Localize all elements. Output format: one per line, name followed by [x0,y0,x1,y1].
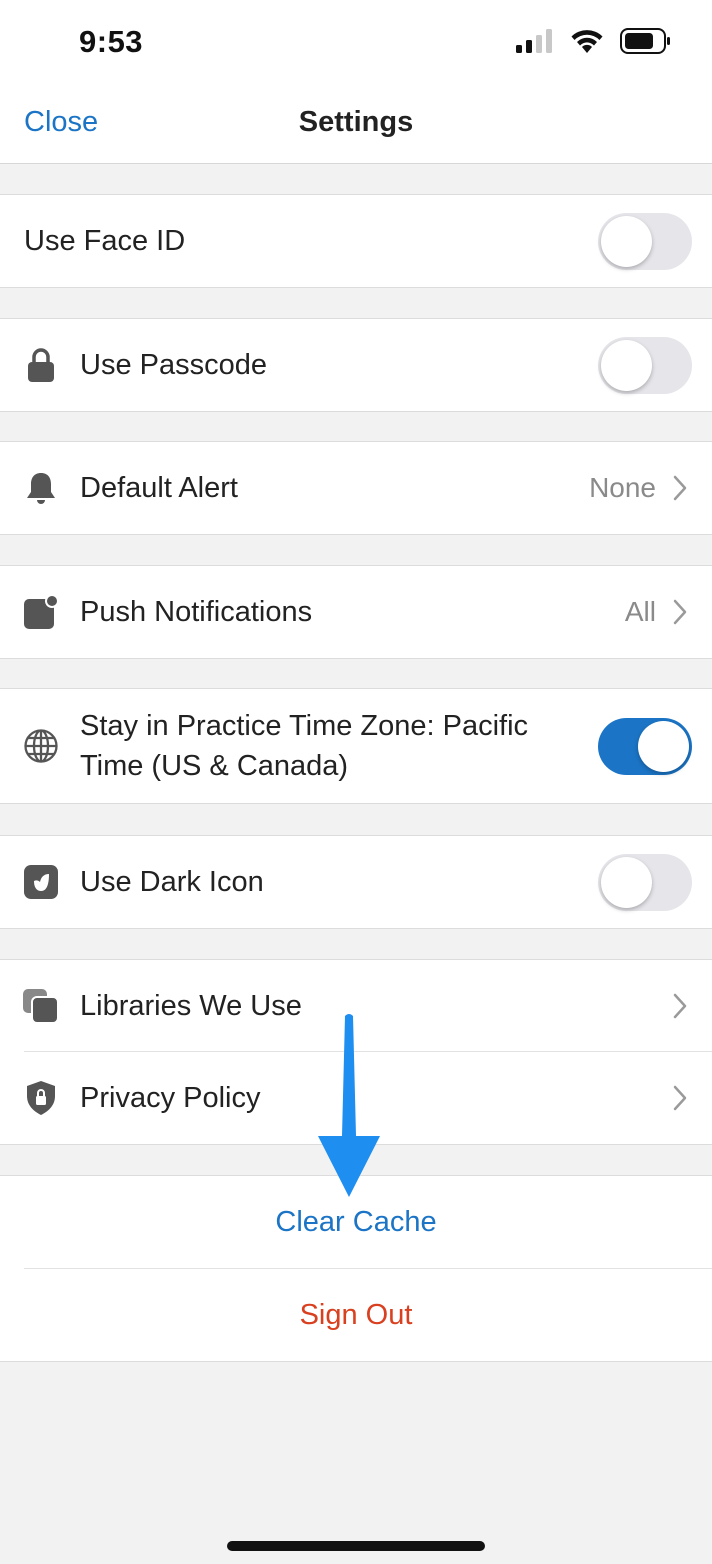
time-zone-group: Stay in Practice Time Zone: Pacific Time… [0,688,712,804]
notification-badge-icon [22,593,60,631]
toggle-knob [601,856,652,908]
actions-group: Clear Cache Sign Out [0,1175,712,1362]
time-zone-label: Stay in Practice Time Zone: Pacific Time… [80,710,529,782]
dark-icon-label: Use Dark Icon [80,866,264,898]
default-alert-label: Default Alert [80,472,238,504]
privacy-label: Privacy Policy [80,1082,261,1114]
default-alert-group: Default Alert None [0,441,712,535]
globe-icon [22,727,60,765]
passcode-group: Use Passcode [0,318,712,412]
dark-icon-group: Use Dark Icon [0,835,712,929]
push-notifications-row[interactable]: Push Notifications All [0,566,712,658]
face-id-group: Use Face ID [0,194,712,288]
chevron-right-icon [673,1085,687,1111]
default-alert-row[interactable]: Default Alert None [0,442,712,534]
sign-out-button[interactable]: Sign Out [0,1299,712,1332]
clear-cache-button[interactable]: Clear Cache [0,1206,712,1239]
page-title: Settings [298,106,414,138]
face-id-label: Use Face ID [24,225,186,257]
status-icons [516,28,672,54]
push-notifications-value: All [624,596,656,627]
toggle-knob [601,339,652,391]
battery-icon [620,28,670,54]
time-zone-row: Stay in Practice Time Zone: Pacific Time… [0,689,712,803]
chevron-right-icon [673,599,687,625]
face-id-toggle[interactable] [598,212,692,270]
passcode-row: Use Passcode [0,319,712,411]
bell-icon [22,469,60,507]
chevron-right-icon [673,993,687,1019]
shield-lock-icon [22,1079,60,1117]
push-notifications-label: Push Notifications [80,596,313,628]
nav-bar: Close Settings [0,84,712,164]
status-bar: 9:53 [0,0,712,84]
time-zone-toggle[interactable] [598,717,692,775]
libraries-row[interactable]: Libraries We Use [0,960,712,1052]
passcode-label: Use Passcode [80,349,267,381]
dark-icon-row: Use Dark Icon [0,836,712,928]
toggle-knob [601,215,652,267]
passcode-toggle[interactable] [598,336,692,394]
toggle-knob [638,720,689,772]
face-id-row: Use Face ID [0,195,712,287]
app-icon [22,863,60,901]
default-alert-value: None [589,472,656,503]
status-time: 9:53 [79,24,144,59]
libraries-label: Libraries We Use [80,990,302,1022]
home-indicator [227,1541,485,1551]
stacked-squares-icon [22,987,60,1025]
info-group: Libraries We Use Privacy Policy [0,959,712,1145]
push-notifications-group: Push Notifications All [0,565,712,659]
dark-icon-toggle[interactable] [598,853,692,911]
cellular-signal-icon [516,29,552,53]
privacy-row[interactable]: Privacy Policy [0,1052,712,1144]
lock-icon [22,346,60,384]
chevron-right-icon [673,475,687,501]
wifi-icon [571,30,603,53]
row-divider [24,1268,712,1269]
